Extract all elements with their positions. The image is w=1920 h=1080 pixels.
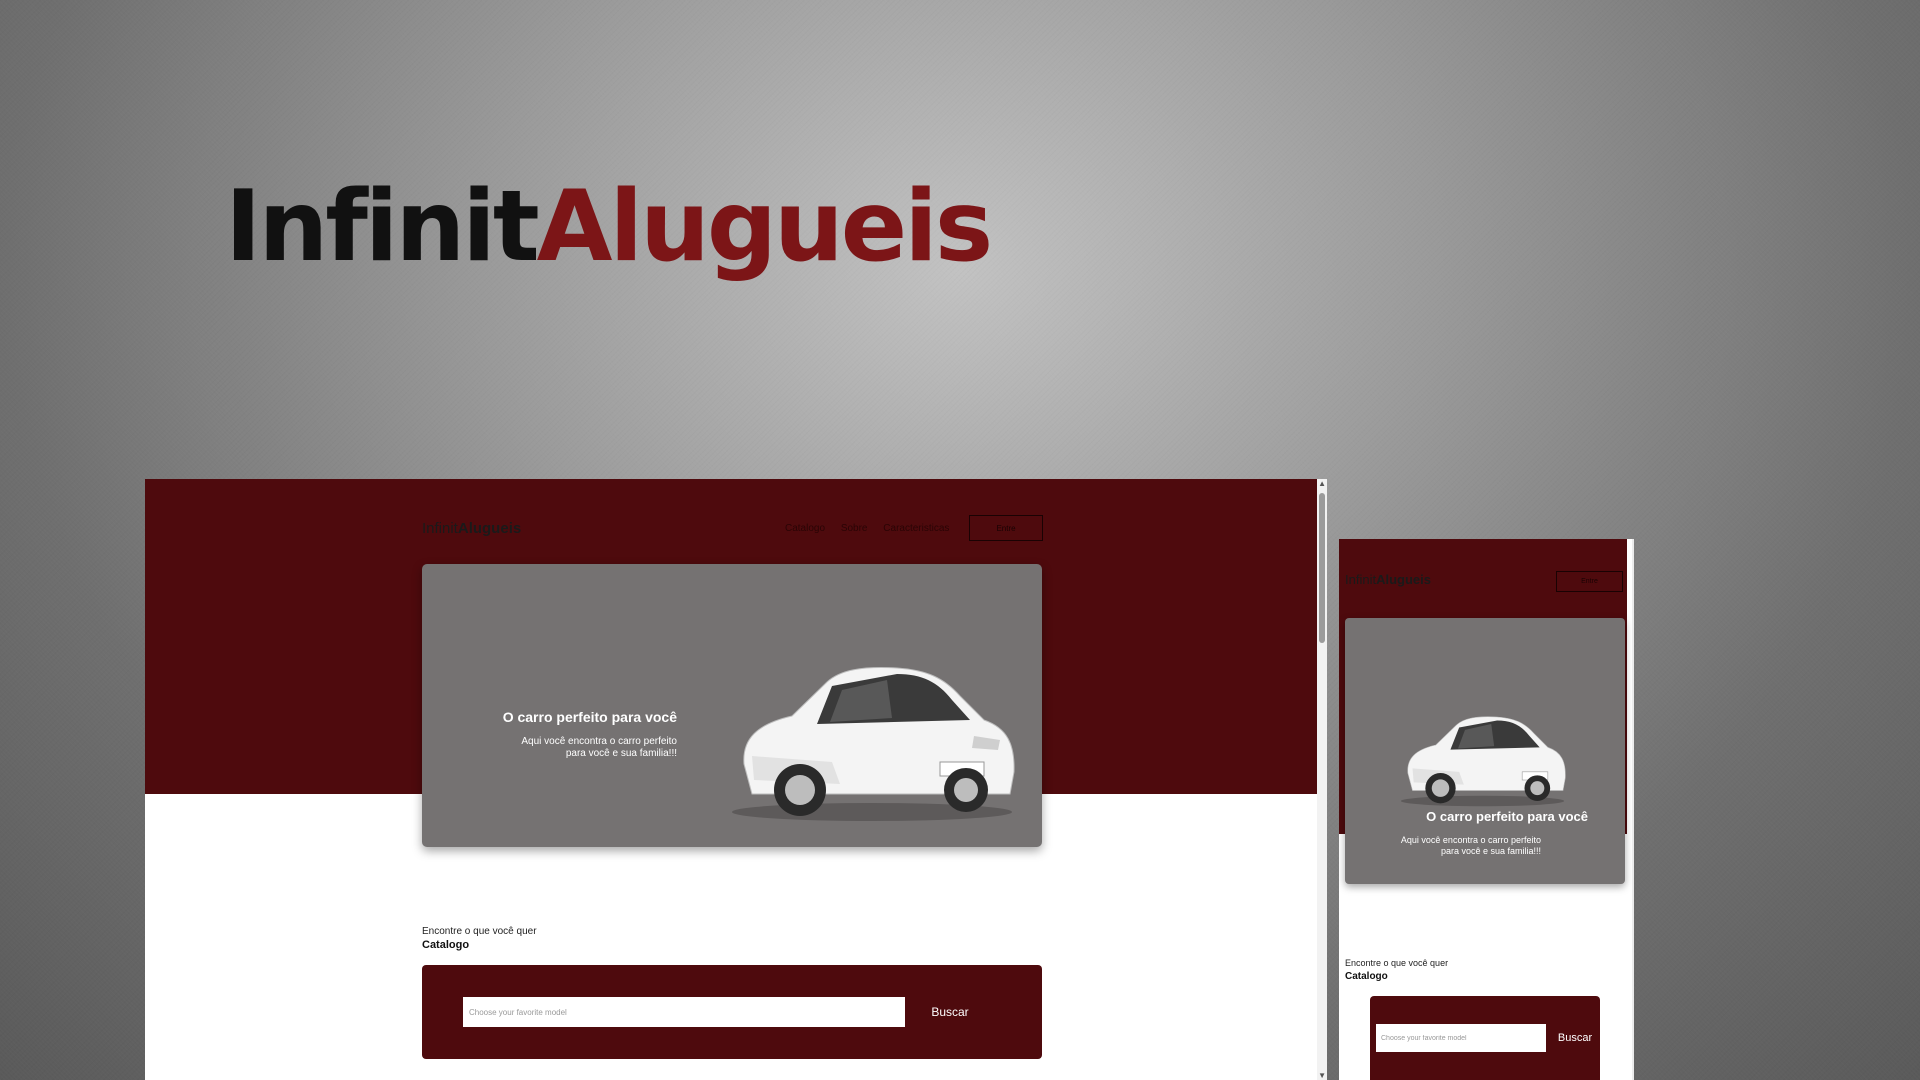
catalog-subtitle: Encontre o que você quer: [1345, 958, 1449, 968]
logo-part1: Infinit: [1345, 572, 1377, 587]
hero-title: O carro perfeito para você: [502, 709, 677, 725]
hero-text-line1: Aqui você encontra o carro perfeito: [1400, 835, 1541, 845]
enter-button[interactable]: Entre: [969, 515, 1043, 541]
hero-text: Aqui você encontra o carro perfeito para…: [1345, 835, 1541, 857]
logo-part2: Alugueis: [1376, 572, 1431, 587]
scroll-down-arrow-icon[interactable]: ▼: [1318, 1071, 1326, 1080]
logo[interactable]: InfinitAlugueis: [422, 520, 521, 537]
search-panel: Buscar: [1370, 996, 1600, 1080]
search-panel: Buscar: [422, 965, 1042, 1059]
nav-links: Catalogo Sobre Caracteristicas: [785, 523, 962, 534]
showcase-title-part2: Alugueis: [536, 170, 994, 284]
hero-text-line1: Aqui você encontra o carro perfeito: [521, 736, 677, 747]
hero-card: O carro perfeito para você Aqui você enc…: [422, 564, 1042, 847]
hero-text-line2: para você e sua familia!!!: [565, 748, 677, 759]
logo-part2: Alugueis: [457, 520, 522, 537]
mobile-mockup: InfinitAlugueis Entre O carro perfeito p…: [1339, 539, 1634, 1080]
hero-card: O carro perfeito para você Aqui você enc…: [1345, 618, 1625, 884]
catalog-title: Catalogo: [422, 939, 470, 951]
search-button[interactable]: Buscar: [1550, 1024, 1600, 1052]
showcase-title: InfinitAlugueis: [225, 178, 993, 276]
search-input[interactable]: [1376, 1024, 1546, 1052]
scroll-up-arrow-icon[interactable]: ▲: [1318, 479, 1326, 488]
nav-link-caracteristicas[interactable]: Caracteristicas: [883, 523, 949, 534]
catalog-title: Catalogo: [1345, 971, 1388, 982]
catalog-subtitle: Encontre o que você quer: [422, 926, 537, 937]
hero-text: Aqui você encontra o carro perfeito para…: [502, 736, 677, 760]
hero-text-line2: para você e sua familia!!!: [1440, 846, 1541, 856]
search-input[interactable]: [463, 997, 905, 1027]
logo-part1: Infinit: [422, 520, 458, 537]
hero-title: O carro perfeito para você: [1426, 809, 1588, 824]
scroll-thumb[interactable]: [1319, 493, 1325, 643]
search-button[interactable]: Buscar: [920, 997, 980, 1027]
logo[interactable]: InfinitAlugueis: [1345, 572, 1431, 587]
showcase-title-part1: Infinit: [225, 170, 540, 284]
scrollbar[interactable]: ▲ ▼: [1317, 479, 1327, 1080]
nav-link-sobre[interactable]: Sobre: [841, 523, 868, 534]
car-image-icon: [732, 667, 1015, 821]
nav-link-catalogo[interactable]: Catalogo: [785, 523, 825, 534]
navbar: InfinitAlugueis Catalogo Sobre Caracteri…: [422, 515, 1043, 541]
car-image-icon: [1400, 716, 1566, 807]
enter-button[interactable]: Entre: [1556, 571, 1623, 592]
desktop-mockup: ▲ ▼ InfinitAlugueis Catalogo Sobre Carac…: [145, 479, 1327, 1080]
